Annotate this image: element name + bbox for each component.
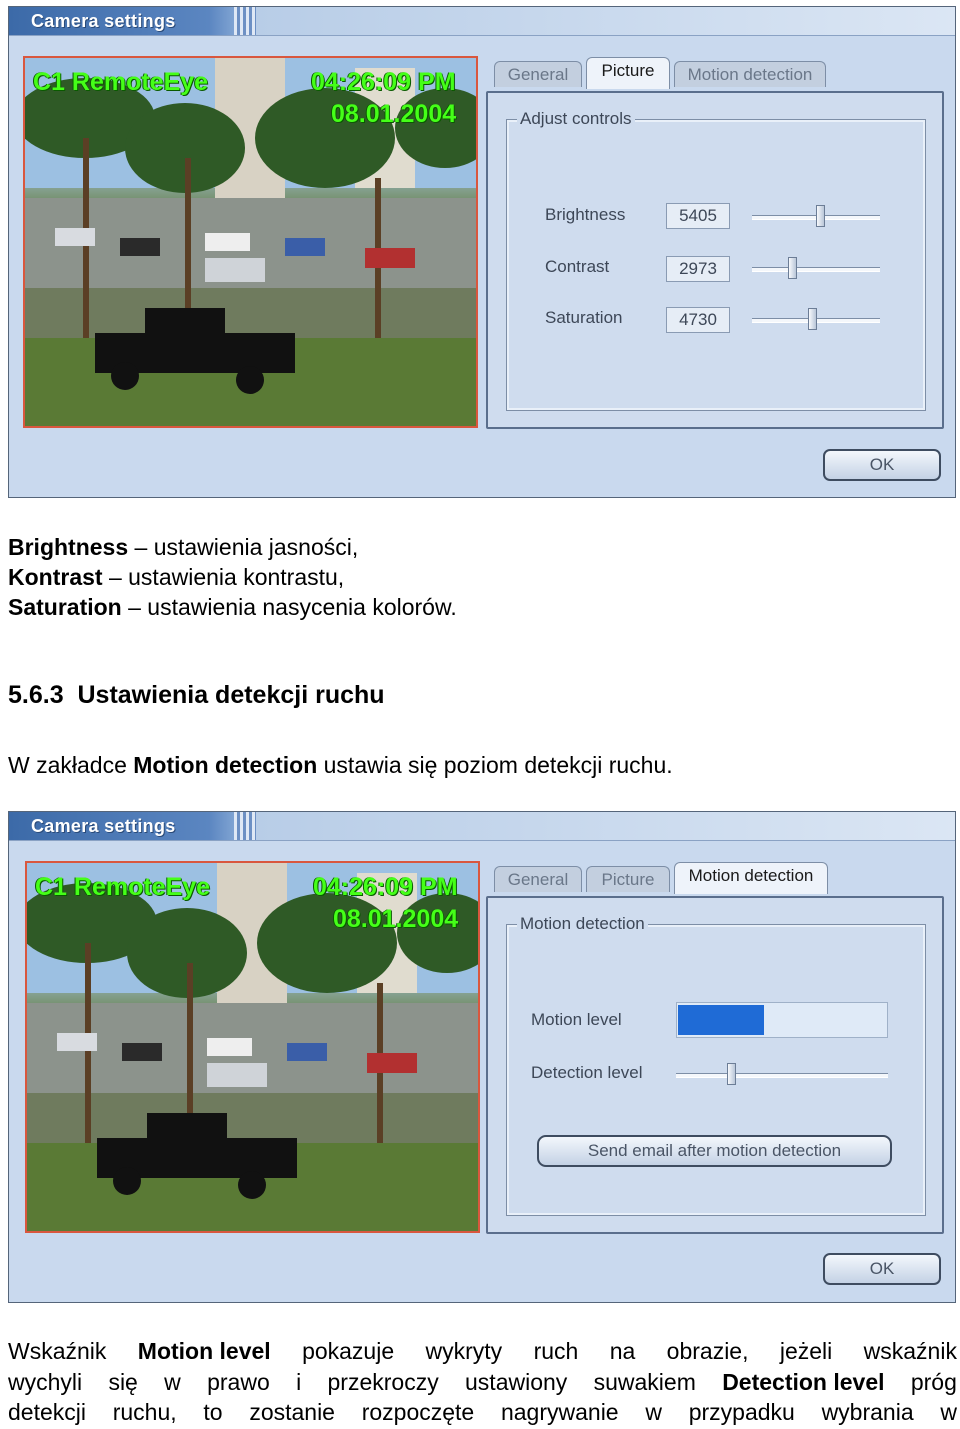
word: w — [645, 1399, 662, 1425]
motion-level-description: Wskaźnik Motion level pokazuje wykryty r… — [8, 1336, 957, 1428]
contrast-description: Kontrast – ustawienia kontrastu, — [8, 562, 344, 592]
word: wychyli — [8, 1368, 83, 1395]
dialog-title: Camera settings — [31, 11, 176, 31]
word: pokazuje — [302, 1338, 395, 1364]
slider-thumb[interactable] — [788, 257, 797, 279]
word: ruchu, — [112, 1399, 177, 1425]
time-overlay: 04:26:09 PM — [313, 873, 458, 901]
word: się — [108, 1368, 138, 1395]
time-overlay: 04:26:09 PM — [311, 68, 456, 96]
group-title: Adjust controls — [517, 109, 635, 129]
slider-thumb[interactable] — [816, 205, 825, 227]
word: ustawiony — [465, 1368, 568, 1395]
paragraph-line-1: Wskaźnik Motion level pokazuje wykryty r… — [8, 1336, 957, 1367]
dialog-title: Camera settings — [31, 816, 176, 836]
camera-preview: C1 RemoteEye 04:26:09 PM 08.01.2004 — [23, 56, 478, 428]
motion-detection-intro: W zakładce Motion detection ustawia się … — [8, 750, 673, 780]
word: nagrywanie — [500, 1399, 619, 1425]
camera-settings-dialog-motion: Camera settings C1 RemoteEye 04:26:09 PM… — [8, 811, 956, 1303]
word: Wskaźnik — [8, 1338, 107, 1364]
date-overlay: 08.01.2004 — [331, 100, 457, 128]
ok-button[interactable]: OK — [823, 1253, 941, 1285]
paragraph-line-3: detekcji ruchu, to zostanie rozpoczęte n… — [8, 1397, 957, 1428]
detection-level-slider[interactable] — [676, 1063, 888, 1087]
word: ruch — [533, 1338, 579, 1364]
brightness-value: 5405 — [666, 203, 730, 229]
camera-settings-dialog-picture: Camera settings C1 RemoteEye 04:26:09 PM… — [8, 6, 956, 498]
contrast-slider[interactable] — [752, 257, 880, 281]
word: suwakiem — [593, 1368, 696, 1395]
word: próg — [910, 1368, 957, 1395]
word: obrazie, — [666, 1338, 749, 1364]
motion-detection-panel: Motion detection Motion level Detection … — [486, 896, 944, 1234]
section-heading: 5.6.3 Ustawienia detekcji ruchu — [8, 681, 385, 709]
settings-tabs: General Picture Motion detection — [494, 862, 834, 894]
word: wskaźnik — [863, 1338, 957, 1364]
detection-level-label: Detection level — [531, 1063, 643, 1082]
tab-picture[interactable]: Picture — [586, 866, 670, 892]
title-bar: Camera settings — [9, 7, 955, 36]
word: wybrania — [821, 1399, 914, 1425]
term-brightness: Brightness — [8, 534, 129, 560]
tab-general[interactable]: General — [494, 866, 582, 892]
description-text: – ustawienia kontrastu, — [102, 564, 345, 590]
adjust-controls-group: Adjust controls Brightness 5405 Contrast… — [506, 109, 926, 411]
group-title: Motion detection — [517, 914, 648, 934]
word: to — [203, 1399, 223, 1425]
motion-level-label: Motion level — [531, 1010, 622, 1029]
term-saturation: Saturation — [8, 594, 122, 620]
paragraph-line-2: wychyli się w prawo i przekroczy ustawio… — [8, 1367, 957, 1398]
saturation-description: Saturation – ustawienia nasycenia koloró… — [8, 592, 457, 622]
title-bar-decoration — [234, 812, 256, 840]
word: jeżeli — [779, 1338, 833, 1364]
motion-level-fill — [678, 1005, 765, 1035]
intro-text-end: ustawia się poziom detekcji ruchu. — [317, 752, 673, 778]
word: prawo — [207, 1368, 270, 1395]
saturation-label: Saturation — [545, 308, 623, 327]
word: wykryty — [425, 1338, 503, 1364]
brightness-description: Brightness – ustawienia jasności, — [8, 532, 358, 562]
word: na — [609, 1338, 636, 1364]
word: w — [164, 1368, 181, 1395]
word: w — [940, 1399, 957, 1425]
description-text: – ustawienia jasności, — [128, 534, 359, 560]
settings-tabs: General Picture Motion detection — [494, 57, 834, 89]
brightness-slider[interactable] — [752, 205, 880, 229]
slider-thumb[interactable] — [808, 308, 817, 330]
intro-text: W zakładce — [8, 752, 134, 778]
picture-panel: Adjust controls Brightness 5405 Contrast… — [486, 91, 944, 429]
saturation-slider[interactable] — [752, 308, 880, 332]
contrast-label: Contrast — [545, 257, 610, 276]
send-email-button[interactable]: Send email after motion detection — [537, 1135, 892, 1167]
motion-detection-group: Motion detection Motion level Detection … — [506, 914, 926, 1216]
tab-motion-detection[interactable]: Motion detection — [674, 862, 828, 894]
word: zostanie — [249, 1399, 335, 1425]
tab-picture[interactable]: Picture — [586, 57, 670, 89]
motion-level-meter — [676, 1002, 888, 1038]
description-text: – ustawienia nasycenia kolorów. — [121, 594, 457, 620]
word: przypadku — [688, 1399, 795, 1425]
term-motion-level: Motion level — [137, 1338, 271, 1364]
term-motion-detection: Motion detection — [133, 752, 318, 778]
tab-general[interactable]: General — [494, 61, 582, 87]
saturation-value: 4730 — [666, 307, 730, 333]
term-contrast: Kontrast — [8, 564, 103, 590]
date-overlay: 08.01.2004 — [333, 905, 459, 933]
tab-motion-detection[interactable]: Motion detection — [674, 61, 826, 87]
camera-preview: C1 RemoteEye 04:26:09 PM 08.01.2004 — [25, 861, 480, 1233]
slider-thumb[interactable] — [727, 1063, 736, 1085]
ok-button[interactable]: OK — [823, 449, 941, 481]
term-detection-level: Detection level — [722, 1368, 885, 1395]
title-bar: Camera settings — [9, 812, 955, 841]
word: przekroczy — [327, 1368, 439, 1395]
word: i — [296, 1368, 302, 1395]
brightness-label: Brightness — [545, 205, 626, 224]
title-bar-decoration — [234, 7, 256, 35]
contrast-value: 2973 — [666, 256, 730, 282]
word: detekcji — [8, 1399, 86, 1425]
camera-name-overlay: C1 RemoteEye — [35, 873, 211, 901]
camera-name-overlay: C1 RemoteEye — [33, 68, 209, 96]
word: rozpoczęte — [361, 1399, 475, 1425]
